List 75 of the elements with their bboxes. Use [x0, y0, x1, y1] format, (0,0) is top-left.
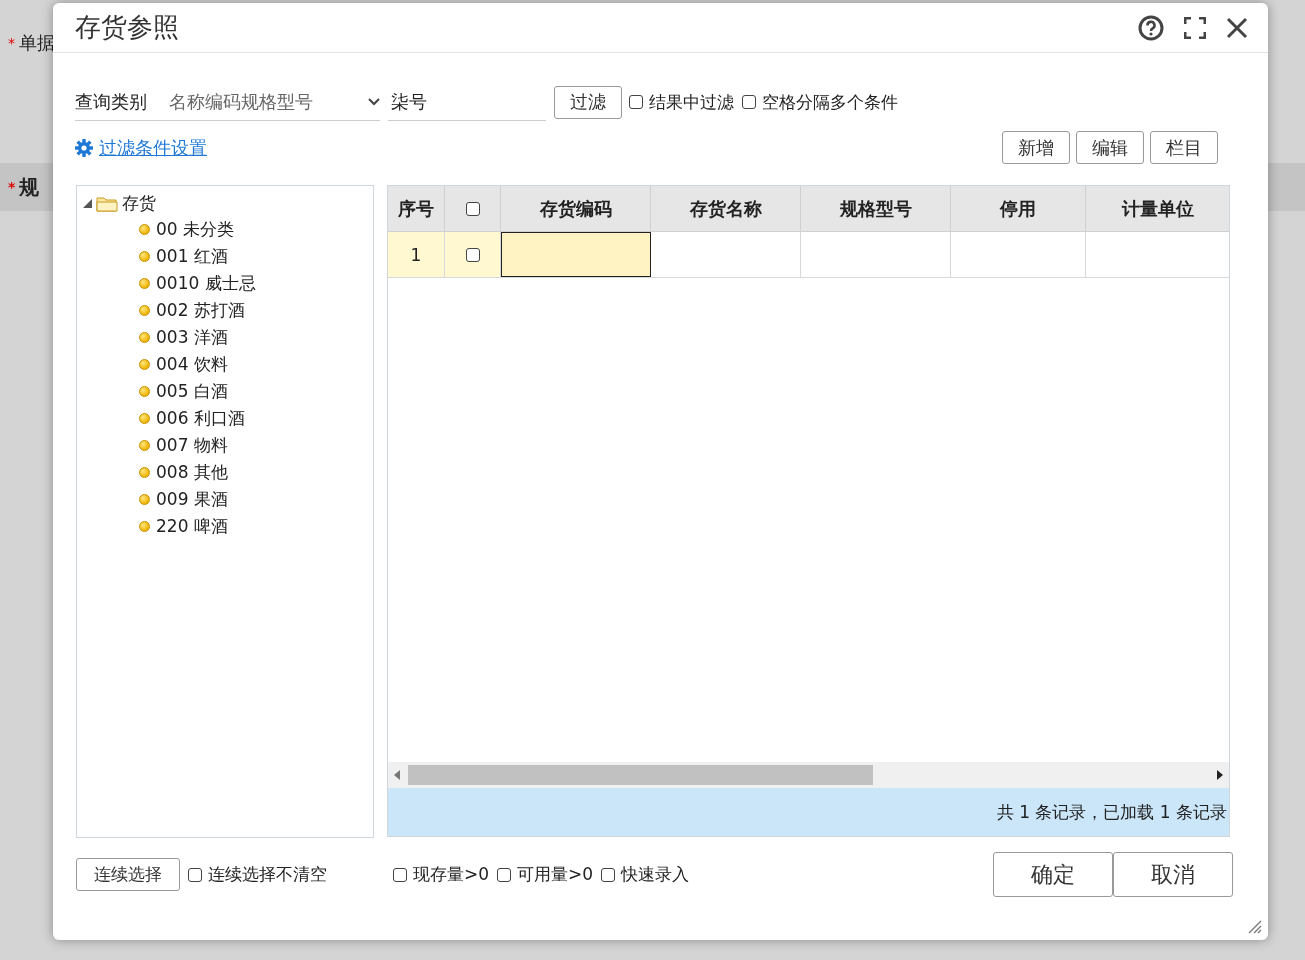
tree-item[interactable]: 001 红酒 — [156, 245, 228, 268]
tree-item[interactable]: 006 利口酒 — [156, 407, 245, 430]
tree-item[interactable]: 存货 — [122, 191, 156, 215]
scroll-right-icon[interactable] — [1217, 770, 1223, 780]
column-header[interactable]: 规格型号 — [801, 186, 951, 231]
tree-item[interactable]: 002 苏打酒 — [156, 299, 245, 322]
table-row[interactable]: 1 — [388, 232, 1229, 278]
confirm-button[interactable]: 确定 — [993, 852, 1113, 897]
record-count: 共 1 条记录，已加载 1 条记录 — [996, 800, 1227, 824]
gear-icon — [75, 138, 93, 157]
chevron-down-icon — [368, 97, 380, 106]
checkbox-label: 连续选择不清空 — [208, 863, 327, 886]
checkbox-label: 空格分隔多个条件 — [762, 90, 898, 114]
required-mark: * — [8, 179, 16, 195]
bullet-icon — [139, 332, 150, 343]
checkbox[interactable] — [497, 867, 512, 882]
folder-icon — [96, 194, 118, 212]
toolbar-button[interactable]: 新增 — [1002, 131, 1070, 164]
maximize-icon[interactable] — [1184, 16, 1206, 39]
bullet-icon — [139, 467, 150, 478]
bullet-icon — [139, 224, 150, 235]
resize-grip-icon[interactable] — [1246, 918, 1262, 934]
tree-item[interactable]: 003 洋酒 — [156, 326, 228, 349]
tree-item[interactable]: 007 物料 — [156, 434, 228, 457]
column-header[interactable]: 序号 — [388, 186, 445, 231]
close-icon[interactable] — [1226, 16, 1248, 39]
bullet-icon — [139, 305, 150, 316]
help-icon[interactable] — [1138, 14, 1164, 41]
horizontal-scrollbar[interactable] — [388, 762, 1229, 788]
field-label: 规 — [19, 173, 40, 201]
bullet-icon — [139, 440, 150, 451]
bullet-icon — [139, 251, 150, 262]
tree-item[interactable]: 00 未分类 — [156, 218, 235, 241]
checkbox[interactable] — [465, 247, 480, 262]
bullet-icon — [139, 359, 150, 370]
category-select[interactable]: 查询类别 名称编码规格型号 — [75, 83, 380, 121]
column-header[interactable]: 存货名称 — [651, 186, 801, 231]
checkbox[interactable] — [393, 867, 407, 882]
bullet-icon — [139, 494, 150, 505]
continuous-select-button[interactable]: 连续选择 — [76, 858, 180, 891]
row-number: 1 — [388, 232, 445, 277]
checkbox-label: 结果中过滤 — [649, 90, 734, 114]
search-field[interactable]: 柒号 — [388, 83, 546, 121]
dialog-title: 存货参照 — [75, 11, 180, 44]
checkbox-label: 可用量>0 — [517, 863, 594, 886]
tree-item[interactable]: 008 其他 — [156, 461, 228, 484]
column-header[interactable]: 存货编码 — [501, 186, 651, 231]
filter-settings-link[interactable]: 过滤条件设置 — [99, 135, 207, 160]
filter-button[interactable]: 过滤 — [554, 85, 622, 119]
tree-item[interactable]: 0010 威士忌 — [156, 272, 256, 295]
bullet-icon — [139, 278, 150, 289]
active-cell[interactable] — [501, 232, 651, 277]
bullet-icon — [139, 413, 150, 424]
checkbox-label: 快速录入 — [621, 863, 690, 886]
checkbox[interactable] — [188, 867, 202, 882]
tree-item[interactable]: 009 果酒 — [156, 488, 228, 511]
bullet-icon — [139, 521, 150, 532]
checkbox[interactable] — [629, 95, 643, 109]
expanded-caret-icon[interactable] — [83, 198, 92, 208]
tree-item[interactable]: 220 啤酒 — [156, 515, 228, 538]
required-mark: * — [8, 35, 15, 51]
checkbox[interactable] — [742, 95, 756, 109]
toolbar-button[interactable]: 栏目 — [1150, 131, 1218, 164]
checkbox[interactable] — [465, 201, 480, 216]
field-label: 单据 — [19, 31, 55, 55]
scroll-left-icon[interactable] — [394, 770, 400, 780]
column-header[interactable]: 计量单位 — [1086, 186, 1229, 231]
toolbar-button[interactable]: 编辑 — [1076, 131, 1144, 164]
checkbox[interactable] — [601, 867, 616, 882]
checkbox-label: 现存量>0 — [413, 863, 490, 886]
tree-item[interactable]: 005 白酒 — [156, 380, 228, 403]
column-header[interactable]: 停用 — [951, 186, 1086, 231]
tree-item[interactable]: 004 饮料 — [156, 353, 228, 376]
bullet-icon — [139, 386, 150, 397]
cancel-button[interactable]: 取消 — [1113, 852, 1233, 897]
